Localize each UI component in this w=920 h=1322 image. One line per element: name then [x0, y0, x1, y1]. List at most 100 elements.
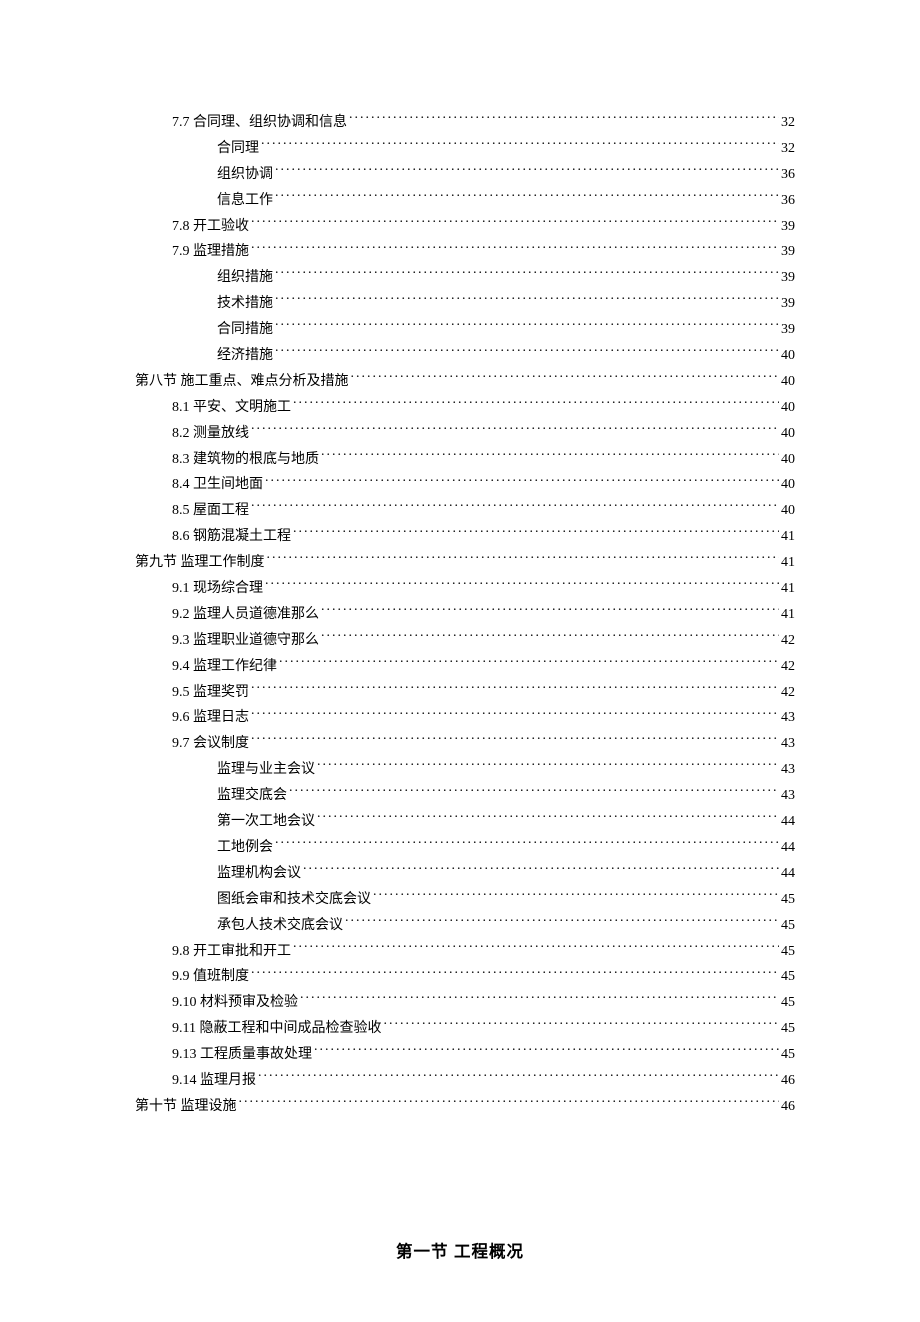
- toc-entry-page: 43: [781, 783, 795, 809]
- toc-entry-page: 39: [781, 291, 795, 317]
- toc-entry-page: 45: [781, 1042, 795, 1068]
- toc-row[interactable]: 8.4 卫生间地面 40: [125, 472, 795, 498]
- toc-row[interactable]: 组织协调36: [125, 162, 795, 188]
- toc-entry-page: 32: [781, 136, 795, 162]
- toc-row[interactable]: 9.8 开工审批和开工45: [125, 939, 795, 965]
- toc-leader-dots: [251, 216, 779, 230]
- section-1-title: 第一节 工程概况: [125, 1238, 795, 1262]
- toc-entry-page: 44: [781, 809, 795, 835]
- toc-row[interactable]: 9.7 会议制度43: [125, 731, 795, 757]
- toc-entry-label: 第十节 监理设施: [135, 1094, 237, 1120]
- toc-row[interactable]: 组织措施39: [125, 265, 795, 291]
- toc-row[interactable]: 图纸会审和技术交底会议 45: [125, 887, 795, 913]
- toc-entry-page: 42: [781, 628, 795, 654]
- toc-row[interactable]: 第九节 监理工作制度41: [125, 550, 795, 576]
- toc-entry-page: 40: [781, 472, 795, 498]
- toc-entry-page: 46: [781, 1068, 795, 1094]
- toc-row[interactable]: 7.8 开工验收39: [125, 214, 795, 240]
- toc-leader-dots: [300, 992, 779, 1006]
- toc-row[interactable]: 8.2 测量放线40: [125, 421, 795, 447]
- toc-row[interactable]: 9.1 现场综合理 41: [125, 576, 795, 602]
- toc-entry-page: 44: [781, 861, 795, 887]
- toc-entry-label: 8.3 建筑物的根底与地质: [172, 447, 319, 473]
- toc-entry-page: 40: [781, 395, 795, 421]
- toc-row[interactable]: 9.4 监理工作纪律42: [125, 654, 795, 680]
- toc-row[interactable]: 7.7 合同理、组织协调和信息32: [125, 110, 795, 136]
- toc-row[interactable]: 承包人技术交底会议45: [125, 913, 795, 939]
- toc-leader-dots: [275, 267, 779, 281]
- toc-row[interactable]: 9.6 监理日志43: [125, 705, 795, 731]
- toc-row[interactable]: 9.11 隐蔽工程和中间成品检查验收45: [125, 1016, 795, 1042]
- toc-leader-dots: [239, 1096, 780, 1110]
- toc-entry-page: 42: [781, 654, 795, 680]
- toc-row[interactable]: 9.14 监理月报46: [125, 1068, 795, 1094]
- toc-leader-dots: [314, 1044, 779, 1058]
- toc-row[interactable]: 合同理 32: [125, 136, 795, 162]
- toc-row[interactable]: 合同措施 39: [125, 317, 795, 343]
- toc-entry-label: 第一次工地会议: [217, 809, 315, 835]
- toc-entry-label: 8.1 平安、文明施工: [172, 395, 291, 421]
- toc-entry-label: 8.2 测量放线: [172, 421, 249, 447]
- toc-entry-page: 45: [781, 887, 795, 913]
- toc-entry-label: 9.1 现场综合理: [172, 576, 263, 602]
- toc-entry-label: 7.7 合同理、组织协调和信息: [172, 110, 347, 136]
- toc-leader-dots: [275, 190, 779, 204]
- toc-entry-label: 7.8 开工验收: [172, 214, 249, 240]
- toc-row[interactable]: 8.1 平安、文明施工 40: [125, 395, 795, 421]
- toc-row[interactable]: 9.10 材料预审及检验45: [125, 990, 795, 1016]
- toc-leader-dots: [275, 319, 779, 333]
- toc-row[interactable]: 8.6 钢筋混凝土工程41: [125, 524, 795, 550]
- toc-leader-dots: [251, 966, 779, 980]
- toc-entry-label: 组织措施: [217, 265, 273, 291]
- toc-row[interactable]: 8.3 建筑物的根底与地质40: [125, 447, 795, 473]
- toc-leader-dots: [275, 345, 779, 359]
- toc-entry-label: 工地例会: [217, 835, 273, 861]
- toc-entry-page: 45: [781, 964, 795, 990]
- toc-leader-dots: [373, 889, 779, 903]
- toc-entry-label: 合同措施: [217, 317, 273, 343]
- toc-entry-label: 9.11 隐蔽工程和中间成品检查验收: [172, 1016, 381, 1042]
- toc-entry-page: 46: [781, 1094, 795, 1120]
- toc-row[interactable]: 第十节 监理设施 46: [125, 1094, 795, 1120]
- toc-entry-page: 39: [781, 317, 795, 343]
- toc-entry-page: 45: [781, 990, 795, 1016]
- toc-entry-page: 45: [781, 913, 795, 939]
- toc-leader-dots: [251, 500, 779, 514]
- toc-entry-label: 监理机构会议: [217, 861, 301, 887]
- toc-entry-label: 8.4 卫生间地面: [172, 472, 263, 498]
- toc-row[interactable]: 监理机构会议 44: [125, 861, 795, 887]
- toc-leader-dots: [321, 604, 779, 618]
- toc-row[interactable]: 7.9 监理措施39: [125, 239, 795, 265]
- toc-row[interactable]: 9.3 监理职业道德守那么 42: [125, 628, 795, 654]
- toc-leader-dots: [251, 707, 779, 721]
- toc-entry-page: 40: [781, 498, 795, 524]
- toc-leader-dots: [293, 397, 779, 411]
- toc-row[interactable]: 9.9 值班制度45: [125, 964, 795, 990]
- document-page: 7.7 合同理、组织协调和信息32合同理 32组织协调36信息工作367.8 开工…: [0, 0, 920, 1322]
- toc-entry-page: 41: [781, 550, 795, 576]
- toc-row[interactable]: 监理与业主会议43: [125, 757, 795, 783]
- toc-entry-label: 技术措施: [217, 291, 273, 317]
- toc-entry-page: 41: [781, 602, 795, 628]
- toc-leader-dots: [265, 474, 779, 488]
- toc-row[interactable]: 第八节 施工重点、难点分析及措施40: [125, 369, 795, 395]
- toc-entry-label: 监理交底会: [217, 783, 287, 809]
- toc-row[interactable]: 9.13 工程质量事故处理45: [125, 1042, 795, 1068]
- toc-row[interactable]: 经济措施40: [125, 343, 795, 369]
- toc-row[interactable]: 技术措施 39: [125, 291, 795, 317]
- toc-leader-dots: [321, 449, 779, 463]
- toc-leader-dots: [275, 837, 779, 851]
- toc-row[interactable]: 工地例会44: [125, 835, 795, 861]
- toc-row[interactable]: 监理交底会 43: [125, 783, 795, 809]
- toc-row[interactable]: 第一次工地会议 44: [125, 809, 795, 835]
- toc-entry-label: 9.2 监理人员道德准那么: [172, 602, 319, 628]
- toc-leader-dots: [289, 785, 779, 799]
- toc-row[interactable]: 信息工作36: [125, 188, 795, 214]
- toc-row[interactable]: 9.2 监理人员道德准那么 41: [125, 602, 795, 628]
- toc-row[interactable]: 8.5 屋面工程40: [125, 498, 795, 524]
- toc-entry-label: 图纸会审和技术交底会议: [217, 887, 371, 913]
- toc-row[interactable]: 9.5 监理奖罚42: [125, 680, 795, 706]
- toc-entry-page: 41: [781, 576, 795, 602]
- toc-entry-page: 40: [781, 343, 795, 369]
- toc-entry-label: 合同理: [217, 136, 259, 162]
